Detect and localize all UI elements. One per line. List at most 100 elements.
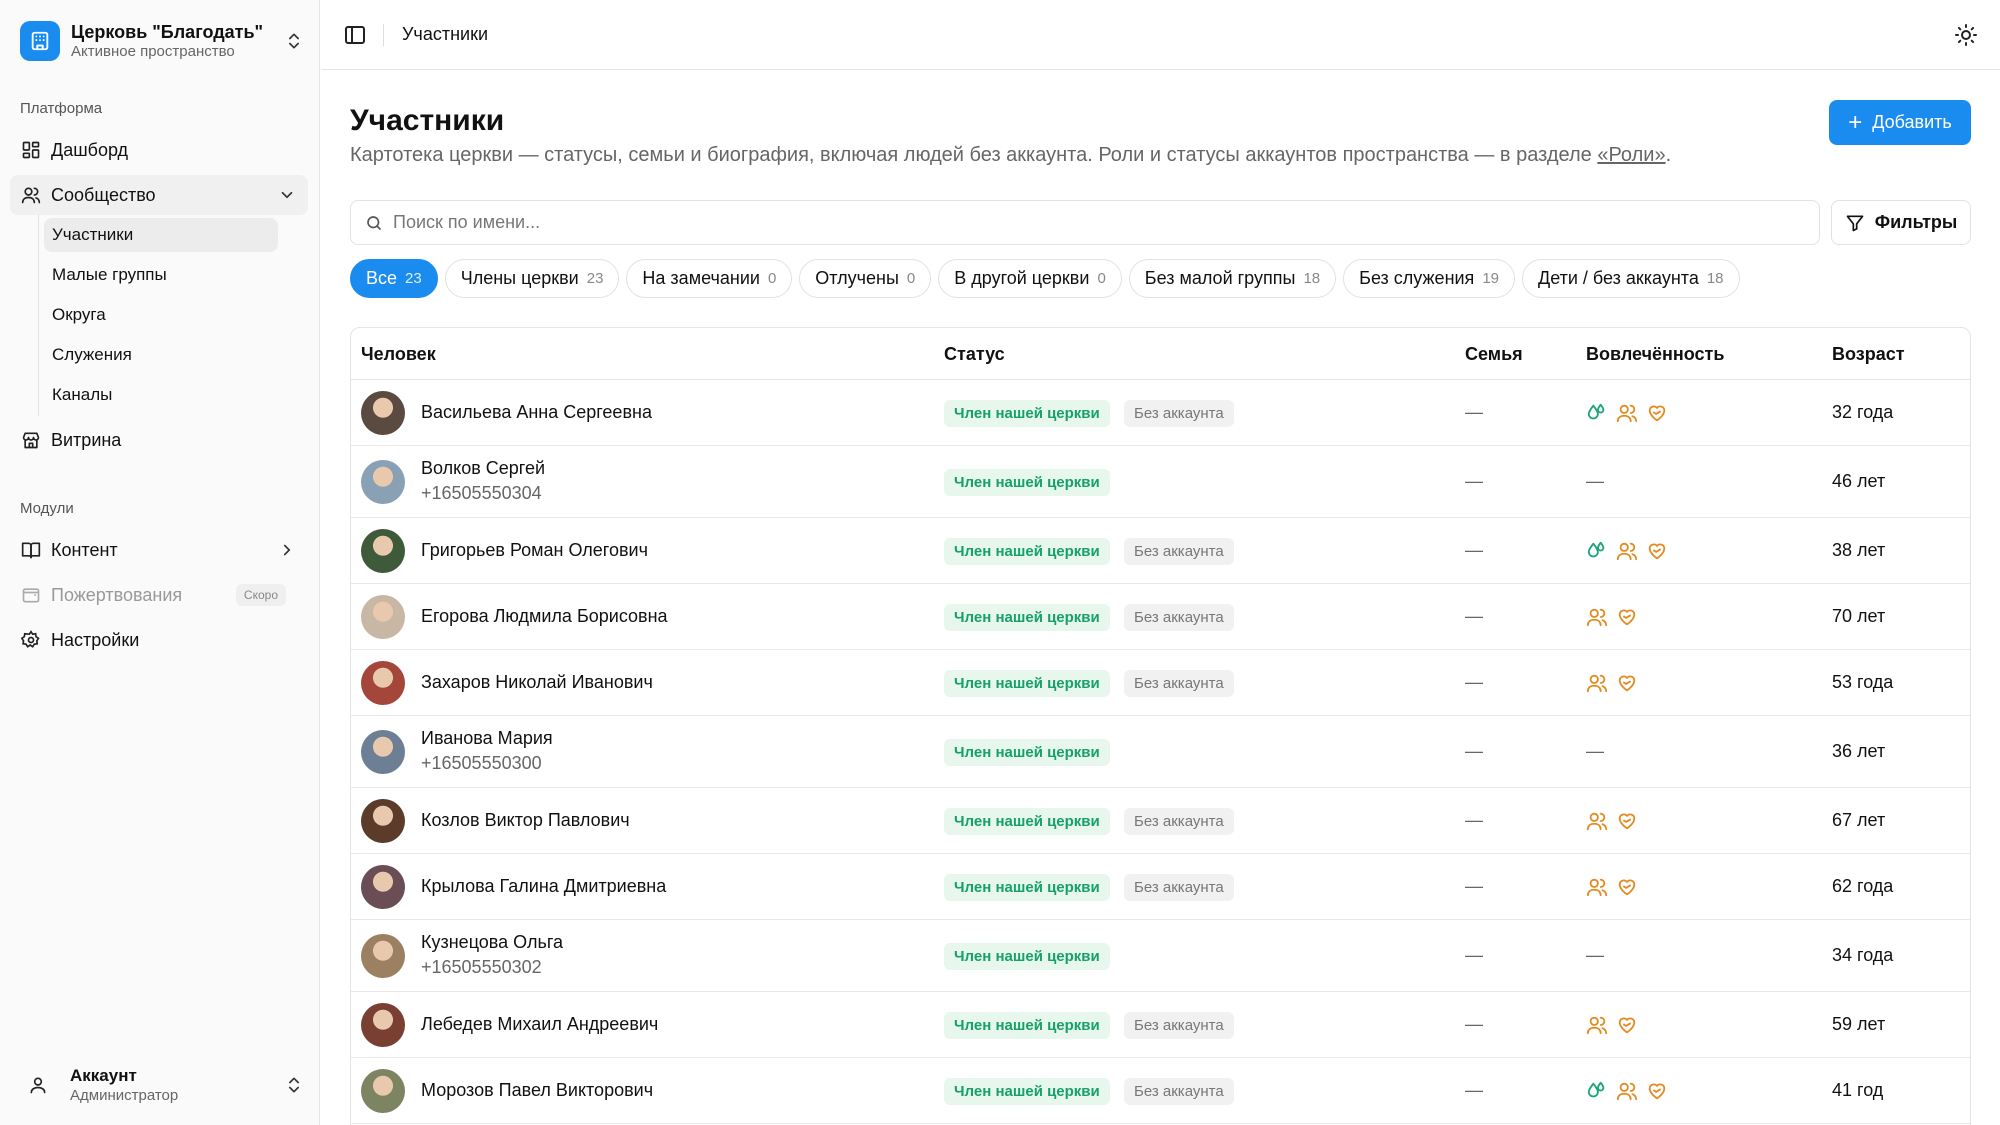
plus-icon: + — [1848, 108, 1863, 136]
family-value: — — [1465, 1080, 1483, 1100]
sidebar-subitem-ministries[interactable]: Служения — [44, 338, 278, 372]
sidebar-toggle-icon[interactable] — [343, 23, 367, 47]
person-name[interactable]: Крылова Галина Дмитриевна — [421, 876, 666, 897]
table-body: Васильева Анна Сергеевна Член нашей церкв… — [351, 380, 1970, 1124]
heart-hand-icon — [1646, 540, 1668, 562]
filter-chip[interactable]: Отлучены 0 — [799, 259, 932, 298]
person-name[interactable]: Егорова Людмила Борисовна — [421, 606, 668, 627]
table-row[interactable]: Крылова Галина Дмитриевна Член нашей церк… — [351, 854, 1970, 920]
sidebar-subitem-members[interactable]: Участники — [44, 218, 278, 252]
sidebar-item-storefront[interactable]: Витрина — [10, 420, 308, 460]
age-value: 59 лет — [1832, 1014, 1886, 1034]
account-switcher[interactable]: Аккаунт Администратор — [20, 1062, 304, 1108]
table-row[interactable]: Морозов Павел Викторович Член нашей церкв… — [351, 1058, 1970, 1124]
sidebar-item-donations: Пожертвования Скоро — [10, 575, 308, 615]
search-icon — [367, 215, 381, 230]
search-box[interactable] — [350, 200, 1820, 245]
person-name[interactable]: Васильева Анна Сергеевна — [421, 402, 652, 423]
col-person[interactable]: Человек — [361, 344, 436, 365]
table-row[interactable]: Кузнецова Ольга +16505550302 Член нашей це… — [351, 920, 1970, 992]
col-involvement[interactable]: Вовлечённость — [1586, 344, 1724, 365]
table-row[interactable]: Лебедев Михаил Андреевич Член нашей церкв… — [351, 992, 1970, 1058]
filter-chip[interactable]: Члены церкви 23 — [444, 259, 620, 298]
sidebar-item-settings[interactable]: Настройки — [10, 620, 308, 660]
avatar — [361, 799, 405, 843]
book-open-icon — [20, 539, 42, 561]
heart-hand-icon — [1646, 1080, 1668, 1102]
divider — [383, 24, 384, 46]
family-value: — — [1465, 672, 1483, 692]
filter-chip[interactable]: Дети / без аккаунта 18 — [1522, 259, 1740, 298]
col-status[interactable]: Статус — [944, 344, 1005, 365]
heart-hand-icon — [1616, 1014, 1638, 1036]
table-row[interactable]: Егорова Людмила Борисовна Член нашей церк… — [351, 584, 1970, 650]
sidebar-subitem-districts[interactable]: Округа — [44, 298, 278, 332]
chip-count: 23 — [405, 270, 422, 287]
person-name[interactable]: Захаров Николай Иванович — [421, 672, 653, 693]
table-row[interactable]: Козлов Виктор Павлович Член нашей церкви Б… — [351, 788, 1970, 854]
age-value: 34 года — [1832, 945, 1894, 965]
family-value: — — [1465, 876, 1483, 896]
chip-count: 0 — [767, 270, 777, 287]
table-row[interactable]: Васильева Анна Сергеевна Член нашей церкв… — [351, 380, 1970, 446]
person-name[interactable]: Волков Сергей — [421, 458, 545, 479]
person-name[interactable]: Морозов Павел Викторович — [421, 1080, 653, 1101]
description-end: . — [1665, 144, 1672, 166]
search-input[interactable] — [393, 212, 1693, 233]
topbar: Участники — [321, 0, 2000, 70]
filter-chip[interactable]: В другой церкви 0 — [938, 259, 1122, 298]
sidebar-item-label: Дашборд — [51, 139, 129, 160]
table-row[interactable]: Григорьев Роман Олегович Член нашей церкв… — [351, 518, 1970, 584]
sidebar-item-community[interactable]: Сообщество — [10, 175, 308, 215]
age-value: 41 год — [1832, 1080, 1884, 1100]
person-name[interactable]: Лебедев Михаил Андреевич — [421, 1014, 658, 1035]
table-row[interactable]: Волков Сергей +16505550304 Член нашей церк… — [351, 446, 1970, 518]
person-name[interactable]: Григорьев Роман Олегович — [421, 540, 648, 561]
section-label-modules: Модули — [20, 500, 74, 517]
col-age[interactable]: Возраст — [1832, 344, 1905, 365]
description-text: Картотека церкви — статусы, семьи и биог… — [350, 144, 1598, 166]
filter-chip[interactable]: Без служения 19 — [1343, 259, 1515, 298]
table-row[interactable]: Иванова Мария +16505550300 Член нашей церк… — [351, 716, 1970, 788]
workspace-switcher[interactable]: Церковь "Благодать" Активное пространств… — [20, 18, 304, 64]
col-family[interactable]: Семья — [1465, 344, 1523, 365]
status-badge: Член нашей церкви — [944, 808, 1110, 835]
table-row[interactable]: Захаров Николай Иванович Член нашей церкв… — [351, 650, 1970, 716]
chip-count: 18 — [1706, 270, 1724, 287]
filters-button[interactable]: Фильтры — [1831, 200, 1971, 245]
no-account-badge: Без аккаунта — [1124, 808, 1234, 835]
sidebar-item-content[interactable]: Контент — [10, 530, 308, 570]
avatar — [361, 529, 405, 573]
person-name[interactable]: Иванова Мария — [421, 728, 553, 749]
heart-hand-icon — [1616, 810, 1638, 832]
sidebar-item-dashboard[interactable]: Дашборд — [10, 130, 308, 170]
add-button-label: Добавить — [1872, 112, 1952, 132]
filter-chip[interactable]: На замечании 0 — [626, 259, 793, 298]
heart-hand-icon — [1646, 402, 1668, 424]
person-name[interactable]: Кузнецова Ольга — [421, 932, 563, 953]
chip-label: Члены церкви — [460, 268, 579, 288]
sidebar-subitem-small-groups[interactable]: Малые группы — [44, 258, 278, 292]
table-header: Человек Статус Семья Вовлечённость Возра… — [351, 328, 1970, 380]
user-icon — [20, 1067, 56, 1103]
chip-count: 0 — [1097, 270, 1106, 287]
roles-link[interactable]: «Роли» — [1597, 144, 1665, 166]
person-name[interactable]: Козлов Виктор Павлович — [421, 810, 630, 831]
drops-icon — [1586, 402, 1608, 424]
filter-chip[interactable]: Все 23 — [350, 259, 438, 298]
add-button[interactable]: + Добавить — [1829, 100, 1971, 145]
theme-toggle-sun-icon[interactable] — [1954, 23, 1978, 47]
involvement-icons — [1586, 1014, 1638, 1036]
breadcrumb: Участники — [402, 24, 488, 44]
avatar — [361, 730, 405, 774]
status-badge: Член нашей церкви — [944, 538, 1110, 565]
status-badge: Член нашей церкви — [944, 874, 1110, 901]
status-badge: Член нашей церкви — [944, 943, 1110, 970]
filter-chip[interactable]: Без малой группы 18 — [1128, 259, 1337, 298]
heart-hand-icon — [1616, 876, 1638, 898]
filter-icon — [1846, 215, 1864, 231]
age-value: 46 лет — [1832, 471, 1886, 491]
no-account-badge: Без аккаунта — [1124, 538, 1234, 565]
heart-hand-icon — [1616, 606, 1638, 628]
sidebar-subitem-channels[interactable]: Каналы — [44, 378, 278, 412]
